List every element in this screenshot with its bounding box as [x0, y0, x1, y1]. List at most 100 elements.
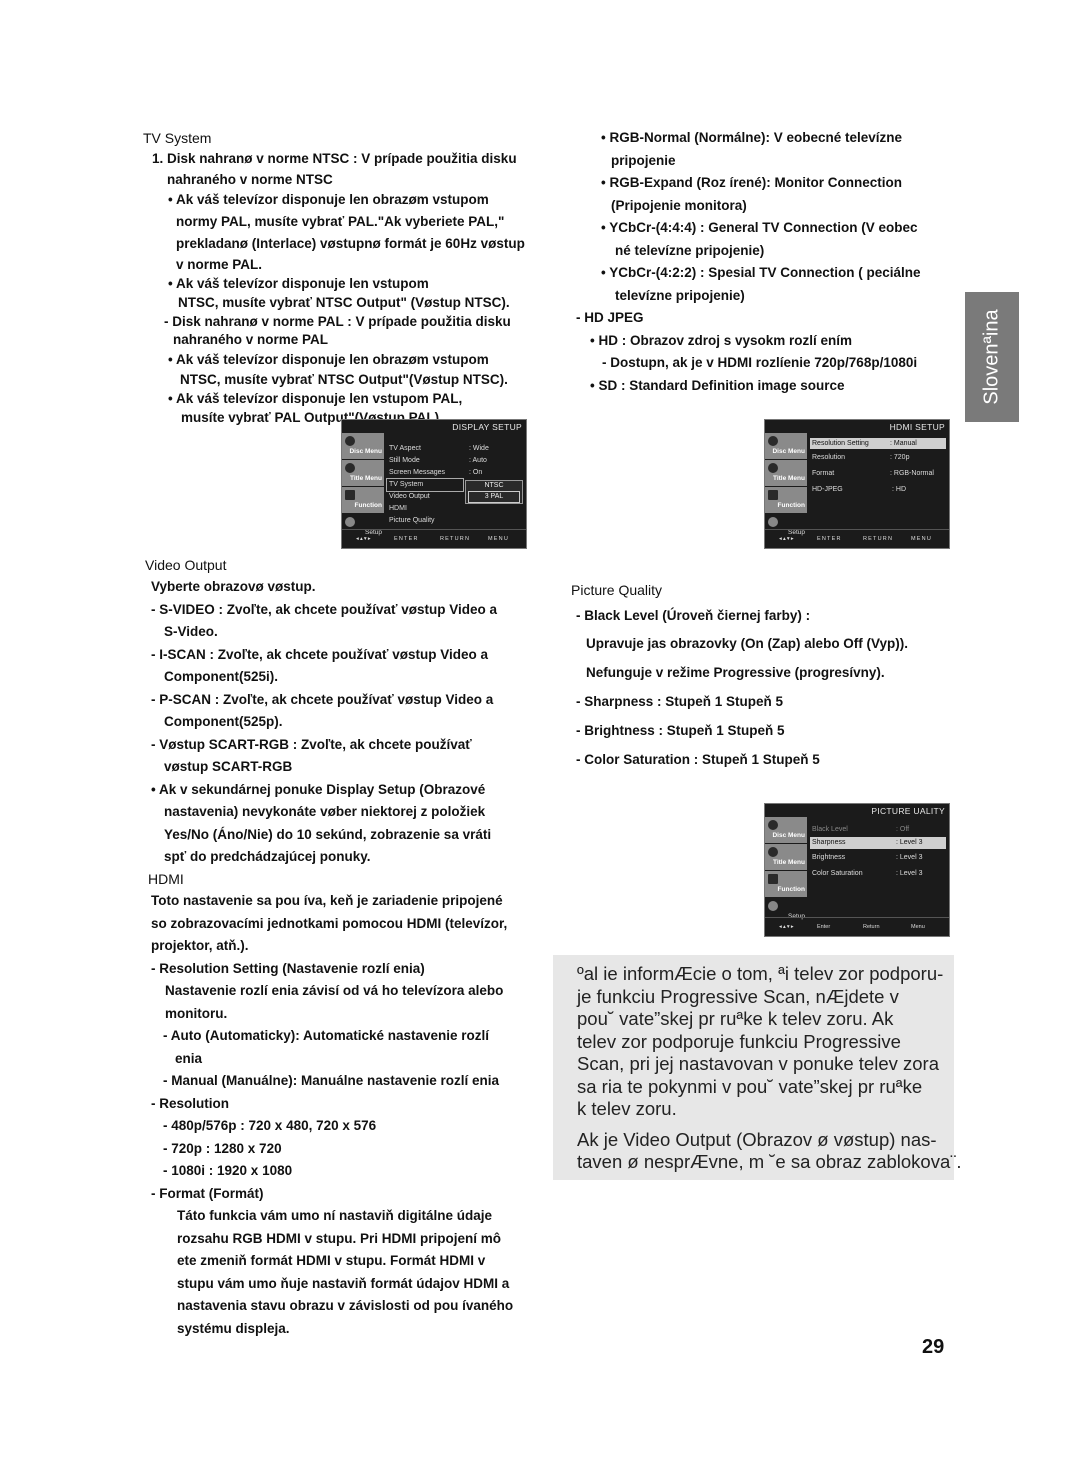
disc-icon	[768, 436, 778, 446]
section-heading: HDMI	[148, 871, 184, 887]
text-line: systému displeja.	[177, 1320, 290, 1336]
text-line: • YCbCr-(4:4:4) : General TV Connection …	[601, 220, 918, 235]
text-line: Táto funkcia vám umo ní nastaviň digitál…	[177, 1208, 493, 1223]
text-line: - Resolution Setting (Nastavenie rozlí e…	[151, 960, 425, 976]
text-line: ete zmeniň formát HDMI v stupu. Formát H…	[177, 1253, 486, 1268]
title-icon	[768, 463, 778, 473]
menu-row-sharpness[interactable]: Sharpness: Level 3	[810, 837, 946, 849]
text-line: projektor, atň.).	[151, 938, 249, 953]
nav-arrows-icon: ◂▴▾▸	[779, 536, 795, 542]
note-line: k telev zoru.	[577, 1098, 677, 1119]
menu-row-screen-messages[interactable]: Screen Messages: On	[387, 467, 523, 479]
menu-row-picture-quality[interactable]: Picture Quality	[387, 515, 523, 527]
text-line: 1. Disk nahranø v norme NTSC : V prípade…	[152, 151, 517, 166]
hdmi-section: HDMI	[148, 871, 184, 887]
menu-footer: ◂▴▾▸ Enter Return Menu	[765, 917, 949, 936]
sidebar-item-title-menu[interactable]: Title Menu	[765, 844, 807, 871]
text-line: - HD JPEG	[576, 310, 644, 325]
text-line: - 1080i : 1920 x 1080	[163, 1163, 293, 1178]
text-line: - Manual (Manuálne): Manuálne nastavenie…	[163, 1073, 500, 1088]
menu-rows: Black Level: Off Sharpness: Level 3 Brig…	[810, 822, 946, 882]
text-line: Toto nastavenie sa pou íva, keň je zaria…	[151, 893, 503, 908]
gear-icon	[768, 901, 778, 911]
text-line: • Ak v sekundárnej ponuke Display Setup …	[151, 781, 486, 797]
menu-sidebar: Disc Menu Title Menu Function Setup	[765, 433, 807, 541]
menu-hint: Menu	[911, 924, 925, 930]
text-line: • YCbCr-(4:2:2) : Spesial TV Connection …	[601, 265, 921, 280]
return-hint: Return	[863, 924, 880, 930]
text-line: televízne pripojenie)	[615, 287, 745, 303]
text-line: spť do predchádzajúcej ponuky.	[164, 849, 371, 864]
text-line: normy PAL, musíte vybrať PAL."Ak vyberie…	[176, 214, 505, 229]
sidebar-item-title-menu[interactable]: Title Menu	[765, 460, 807, 487]
menu-row-resolution-setting[interactable]: Resolution Setting: Manual	[810, 438, 946, 449]
menu-row-still-mode[interactable]: Still Mode: Auto	[387, 455, 523, 467]
function-icon	[768, 490, 778, 500]
text-line: prekladanø (Interlace) vøstupnø formát j…	[176, 236, 525, 251]
text-line: - Vøstup SCART-RGB : Zvoľte, ak chcete p…	[151, 736, 472, 752]
text-line: NTSC, musíte vybrať NTSC Output"(Vøstup …	[180, 372, 508, 387]
text-line: - Brightness : Stupeň 1 Stupeň 5	[576, 723, 785, 738]
text-line: Component(525i).	[164, 669, 279, 684]
tv-system-body: 1. Disk nahranø v norme NTSC : V prípade…	[152, 148, 525, 427]
menu-row-tv-system[interactable]: TV System	[386, 478, 464, 492]
text-line: nahraného v norme PAL	[173, 332, 329, 347]
text-line: so zobrazovacími jednotkami pomocou HDMI…	[151, 915, 508, 931]
function-icon	[345, 490, 355, 500]
text-line: Yes/No (Áno/Nie) do 10 sekúnd, zobrazeni…	[164, 826, 492, 842]
gear-icon	[345, 517, 355, 527]
text-line: - Resolution	[151, 1095, 229, 1111]
language-label: Slovenªina	[980, 309, 1003, 405]
menu-row-tv-aspect[interactable]: TV Aspect: Wide	[387, 443, 523, 455]
note-line: taven ø nesprÆvne, m ˘e sa obraz zabloko…	[577, 1151, 962, 1172]
menu-hint: MENU	[488, 536, 509, 542]
menu-row-hdmi[interactable]: HDMI	[387, 503, 523, 515]
text-line: nahraného v norme NTSC	[167, 172, 333, 187]
text-line: Nastavenie rozlí enia závisí od vá ho te…	[165, 983, 504, 998]
text-line: - S-VIDEO : Zvoľte, ak chcete používať v…	[151, 601, 497, 617]
sidebar-item-function[interactable]: Function	[342, 487, 384, 514]
video-output-body: Vyberte obrazovø vøstup. - S-VIDEO : Zvo…	[151, 576, 497, 869]
note-line: pou˘ vate”skej pr ruªke k telev zoru. Ak	[577, 1008, 894, 1029]
text-line: - Format (Formát)	[151, 1185, 264, 1201]
text-line: (Pripojenie monitora)	[611, 197, 747, 213]
sidebar-item-title-menu[interactable]: Title Menu	[342, 460, 384, 487]
menu-sidebar: Disc Menu Title Menu Function Setup	[765, 817, 807, 925]
popup-option-pal[interactable]: 3 PAL	[468, 491, 520, 503]
menu-row-hd-jpeg[interactable]: HD-JPEG: HD	[810, 482, 946, 498]
hd-jpeg-section: - HD JPEG • HD : Obrazov zdroj s vysokm …	[576, 307, 917, 397]
text-line: - Black Level (Úroveň čiernej farby) :	[576, 608, 811, 623]
menu-row-resolution[interactable]: Resolution: 720p	[810, 449, 946, 466]
hdmi-setup-menu: HDMI SETUP Disc Menu Title Menu Function…	[764, 419, 950, 549]
menu-row-black-level[interactable]: Black Level: Off	[810, 822, 946, 837]
tv-system-section: TV System	[143, 130, 211, 146]
text-line: pripojenie	[611, 152, 676, 168]
menu-row-format[interactable]: Format: RGB-Normal	[810, 466, 946, 482]
menu-footer: ◂▴▾▸ ENTER RETURN MENU	[765, 529, 949, 548]
section-heading: Picture Quality	[571, 582, 663, 598]
return-hint: RETURN	[863, 536, 894, 542]
page-number: 29	[922, 1336, 945, 1358]
sidebar-item-disc-menu[interactable]: Disc Menu	[765, 433, 807, 460]
text-line: • Ak váš televízor disponuje len vstupom	[168, 276, 429, 291]
enter-hint: ENTER	[817, 536, 842, 542]
menu-footer: ◂▴▾▸ ENTER RETURN MENU	[342, 529, 526, 548]
tv-system-popup: NTSC 3 PAL	[465, 480, 523, 504]
sidebar-item-disc-menu[interactable]: Disc Menu	[342, 433, 384, 460]
text-line: - 480p/576p : 720 x 480, 720 x 576	[163, 1118, 377, 1133]
text-line: enia	[175, 1050, 203, 1066]
sidebar-item-function[interactable]: Function	[765, 487, 807, 514]
text-line: Upravuje jas obrazovky (On (Zap) alebo O…	[586, 636, 909, 651]
picture-quality-body: - Black Level (Úroveň čiernej farby) : U…	[576, 601, 908, 774]
popup-option-ntsc[interactable]: NTSC	[466, 481, 522, 491]
hdmi-body: Toto nastavenie sa pou íva, keň je zaria…	[151, 890, 513, 1340]
menu-row-brightness[interactable]: Brightness: Level 3	[810, 849, 946, 866]
text-line: - Disk nahranø v norme PAL : V prípade p…	[164, 314, 511, 329]
note-line: Scan, pri jej nastavovan v ponuke telev …	[577, 1053, 939, 1074]
display-setup-menu: DISPLAY SETUP Disc Menu Title Menu Funct…	[341, 419, 527, 549]
title-icon	[345, 463, 355, 473]
text-line: Nefunguje v režime Progressive (progresí…	[586, 665, 885, 680]
menu-row-color-saturation[interactable]: Color Saturation: Level 3	[810, 866, 946, 882]
sidebar-item-disc-menu[interactable]: Disc Menu	[765, 817, 807, 844]
sidebar-item-function[interactable]: Function	[765, 871, 807, 898]
